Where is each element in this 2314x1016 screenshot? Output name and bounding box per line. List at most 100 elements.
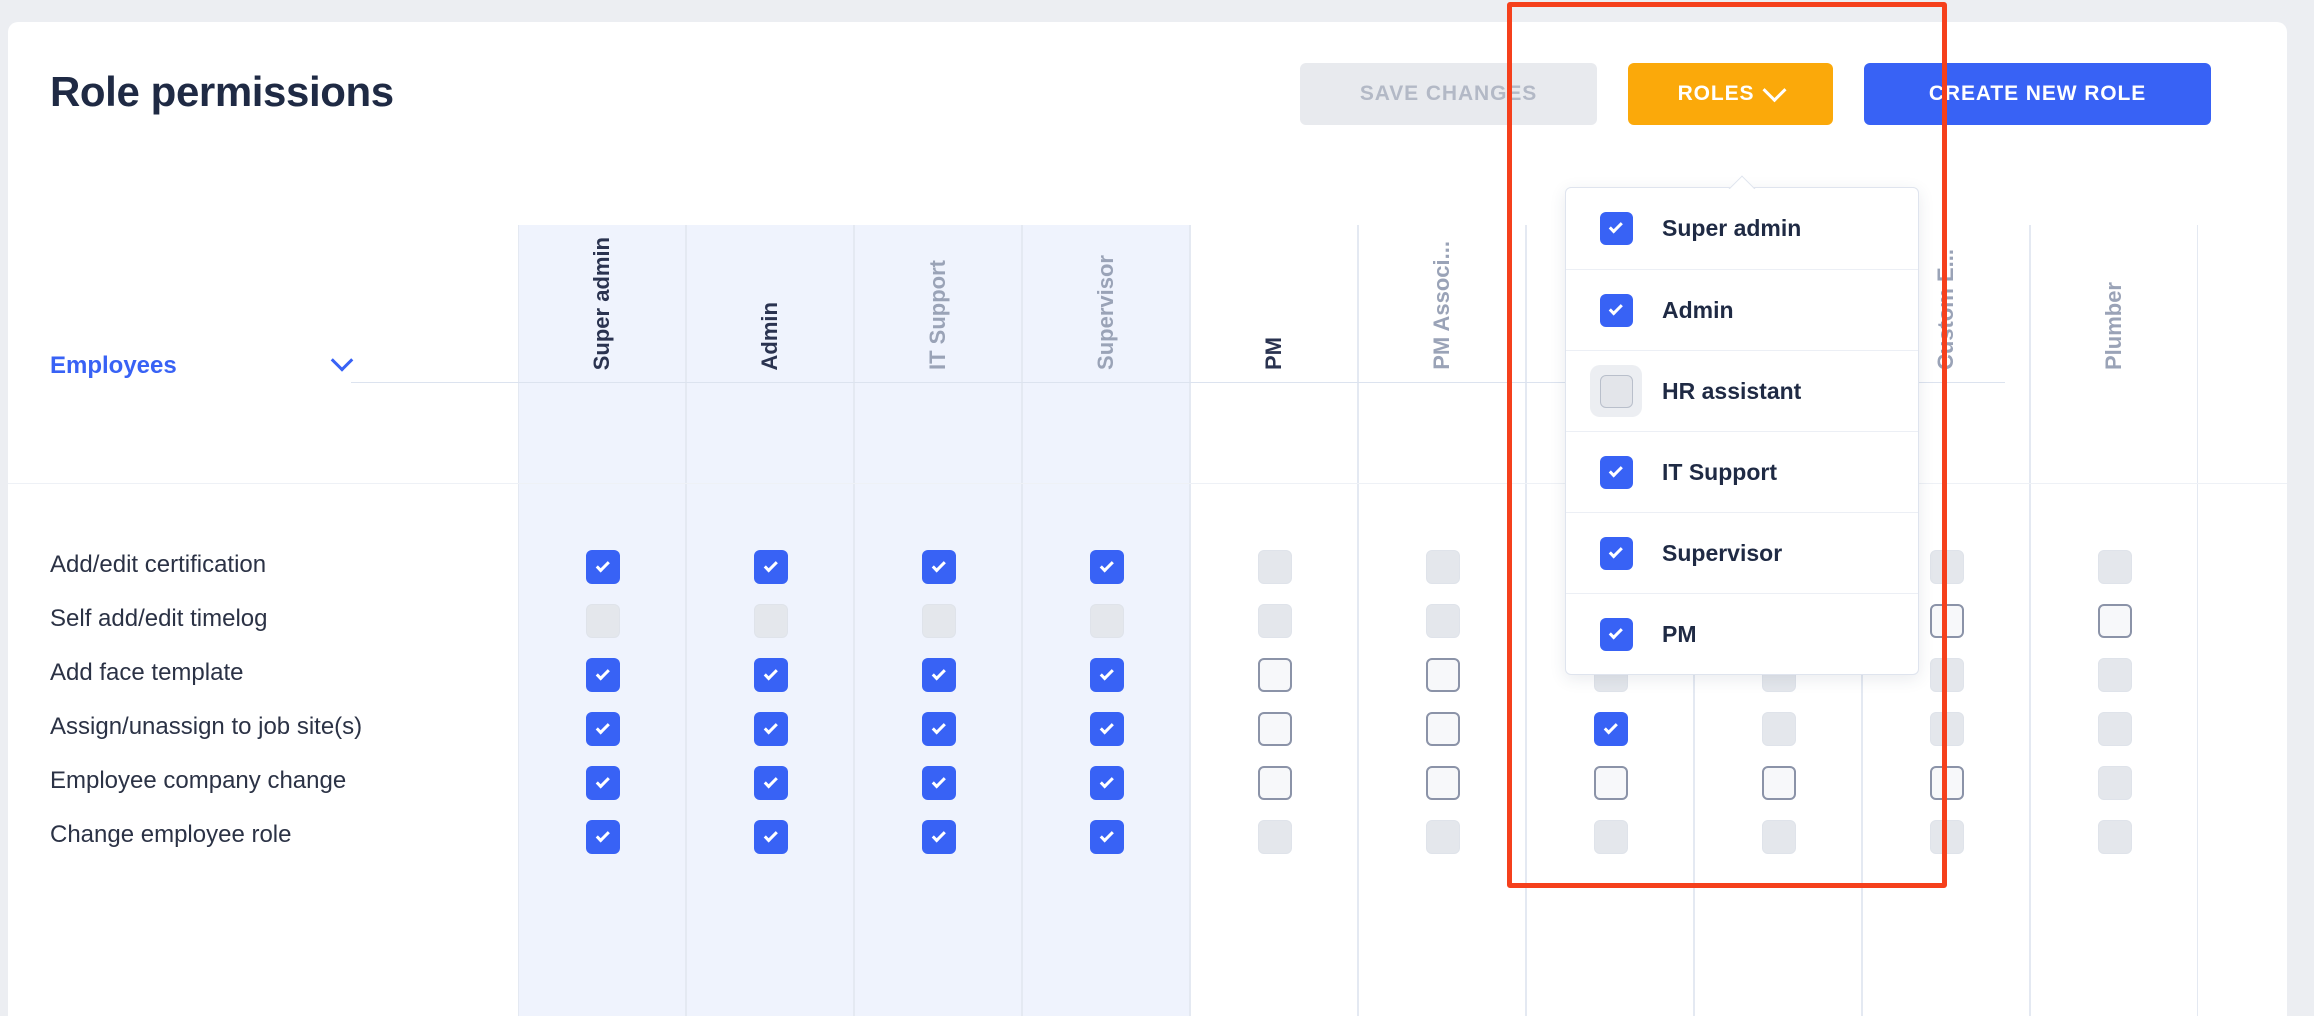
column-header-label: Plumber	[2101, 281, 2126, 370]
column-header-pm: PM	[1190, 225, 1358, 382]
permission-checkbox[interactable]	[1426, 766, 1460, 800]
permission-checkbox[interactable]	[586, 820, 620, 854]
roles-dropdown-item-pm[interactable]: PM	[1566, 593, 1918, 674]
checkbox-checked-icon[interactable]	[1599, 536, 1633, 570]
permission-checkbox	[2098, 550, 2132, 584]
roles-dropdown-item-label: IT Support	[1662, 458, 1777, 485]
permission-checkbox[interactable]	[586, 766, 620, 800]
column-header-supervisor: Supervisor	[1022, 225, 1190, 382]
permission-checkbox[interactable]	[1762, 766, 1796, 800]
permission-checkbox[interactable]	[754, 820, 788, 854]
check-icon	[1099, 557, 1114, 572]
permission-checkbox	[1090, 604, 1124, 638]
check-icon	[595, 665, 610, 680]
checkbox-hit-area[interactable]	[1590, 365, 1642, 417]
check-icon	[931, 827, 946, 842]
page-card: Role permissions SAVE CHANGES ROLES CREA…	[8, 22, 2287, 1016]
permission-checkbox[interactable]	[1090, 658, 1124, 692]
check-icon	[931, 557, 946, 572]
permission-checkbox[interactable]	[1090, 766, 1124, 800]
check-icon	[595, 557, 610, 572]
permission-checkbox[interactable]	[754, 658, 788, 692]
check-icon	[1608, 219, 1623, 234]
permission-checkbox[interactable]	[754, 550, 788, 584]
permission-checkbox[interactable]	[1258, 658, 1292, 692]
roles-dropdown-item-it-support[interactable]: IT Support	[1566, 431, 1918, 512]
roles-dropdown-item-hr-assistant[interactable]: HR assistant	[1566, 350, 1918, 431]
roles-button[interactable]: ROLES	[1628, 63, 1833, 125]
permission-checkbox	[1258, 604, 1292, 638]
checkbox-hit-area[interactable]	[1590, 284, 1642, 336]
permission-checkbox[interactable]	[1090, 820, 1124, 854]
checkbox-hit-area[interactable]	[1590, 608, 1642, 660]
permission-checkbox[interactable]	[922, 766, 956, 800]
check-icon	[763, 557, 778, 572]
column-bands: Super admin Admin IT Support Supervisor PM PM…	[8, 172, 2287, 1016]
permission-checkbox[interactable]	[1594, 766, 1628, 800]
permission-checkbox[interactable]	[1426, 658, 1460, 692]
check-icon	[763, 719, 778, 734]
permission-checkbox[interactable]	[2098, 604, 2132, 638]
permission-checkbox[interactable]	[1258, 766, 1292, 800]
check-icon	[1608, 543, 1623, 558]
permission-checkbox[interactable]	[1930, 604, 1964, 638]
permission-checkbox	[1258, 550, 1292, 584]
check-icon	[1099, 665, 1114, 680]
create-new-role-button[interactable]: CREATE NEW ROLE	[1864, 63, 2211, 125]
permission-checkbox[interactable]	[922, 712, 956, 746]
roles-dropdown-item-super-admin[interactable]: Super admin	[1566, 188, 1918, 269]
sidebar-section-employees[interactable]: Employees	[50, 349, 354, 380]
permission-checkbox[interactable]	[1426, 712, 1460, 746]
page-header: Role permissions SAVE CHANGES ROLES CREA…	[8, 22, 2287, 172]
permission-checkbox[interactable]	[586, 712, 620, 746]
permission-checkbox[interactable]	[754, 766, 788, 800]
create-new-role-label: CREATE NEW ROLE	[1928, 82, 2147, 105]
checkbox-checked-icon[interactable]	[1599, 455, 1633, 489]
column-header-pm-associ-: PM Associ...	[1358, 225, 1526, 382]
permission-checkbox[interactable]	[586, 658, 620, 692]
checkbox-checked-icon[interactable]	[1599, 293, 1633, 327]
checkbox-hit-area[interactable]	[1590, 527, 1642, 579]
permission-checkbox	[754, 604, 788, 638]
roles-dropdown-item-admin[interactable]: Admin	[1566, 269, 1918, 350]
permission-checkbox	[1426, 604, 1460, 638]
checkbox-checked-icon[interactable]	[1599, 617, 1633, 651]
permission-checkbox[interactable]	[1930, 766, 1964, 800]
permission-checkbox	[1762, 820, 1796, 854]
roles-dropdown-item-supervisor[interactable]: Supervisor	[1566, 512, 1918, 593]
permission-checkbox	[1930, 712, 1964, 746]
permission-checkbox[interactable]	[586, 550, 620, 584]
column-header-it-support: IT Support	[854, 225, 1022, 382]
permission-checkbox[interactable]	[1594, 712, 1628, 746]
roles-dropdown-menu[interactable]: Super admin Admin HR assistant IT Support Su…	[1565, 187, 1919, 675]
permission-checkbox	[1258, 820, 1292, 854]
permission-checkbox	[586, 604, 620, 638]
checkbox-checked-icon[interactable]	[1599, 212, 1633, 245]
permission-checkbox[interactable]	[922, 550, 956, 584]
page-title: Role permissions	[50, 68, 394, 115]
column-header-label: Custom E...	[1933, 248, 1958, 370]
permission-checkbox[interactable]	[1258, 712, 1292, 746]
column-header-label: Super admin	[589, 236, 614, 370]
roles-dropdown-item-label: PM	[1662, 620, 1697, 647]
check-icon	[1099, 719, 1114, 734]
column-header-label: IT Support	[925, 260, 950, 370]
permission-checkbox[interactable]	[754, 712, 788, 746]
permission-checkbox[interactable]	[922, 820, 956, 854]
permission-checkbox[interactable]	[1090, 712, 1124, 746]
checkbox-hit-area[interactable]	[1590, 446, 1642, 498]
check-icon	[1608, 300, 1623, 315]
permission-row-label: Add face template	[50, 659, 244, 686]
checkbox-unchecked-icon[interactable]	[1599, 374, 1633, 408]
column-header-label: PM	[1261, 337, 1286, 370]
column-header-label: Supervisor	[1093, 255, 1118, 370]
permission-checkbox[interactable]	[922, 658, 956, 692]
permission-row-label: Employee company change	[50, 767, 347, 794]
checkbox-hit-area[interactable]	[1590, 203, 1642, 255]
save-changes-button[interactable]: SAVE CHANGES	[1300, 63, 1597, 125]
section-title: Employees	[50, 352, 177, 379]
column-header-admin: Admin	[686, 225, 854, 382]
roles-dropdown-item-label: Admin	[1662, 296, 1734, 323]
permission-checkbox[interactable]	[1090, 550, 1124, 584]
permission-checkbox	[1762, 712, 1796, 746]
